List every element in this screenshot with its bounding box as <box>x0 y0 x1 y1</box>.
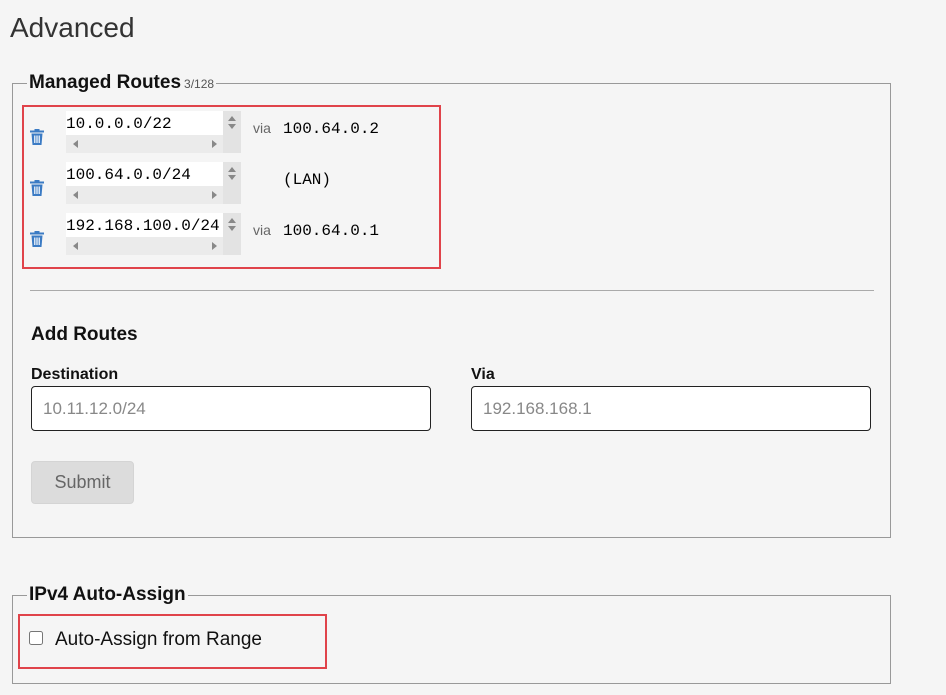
route-destination-box[interactable]: 192.168.100.0/24 <box>66 213 241 255</box>
route-destination: 10.0.0.0/22 <box>66 115 172 133</box>
route-via-value: 100.64.0.2 <box>283 120 380 138</box>
route-via-value: 100.64.0.1 <box>283 222 380 240</box>
destination-label: Destination <box>31 366 119 383</box>
horizontal-scrollbar[interactable] <box>66 237 223 255</box>
route-destination-box[interactable]: 10.0.0.0/22 <box>66 111 241 153</box>
route-row: 10.0.0.0/22 via 100.64.0.2 <box>24 111 434 155</box>
route-destination-box[interactable]: 100.64.0.0/24 <box>66 162 241 204</box>
trash-icon[interactable] <box>30 129 44 145</box>
page-title: Advanced <box>10 12 135 43</box>
scroll-left-arrow-icon[interactable] <box>73 191 78 199</box>
managed-routes-title: Managed Routes <box>29 72 182 93</box>
route-via-label: via <box>253 222 271 238</box>
via-label: Via <box>471 366 495 383</box>
route-row: 100.64.0.0/24 (LAN) <box>24 162 434 206</box>
via-input[interactable] <box>471 386 871 431</box>
scroll-up-arrow-icon[interactable] <box>228 167 236 172</box>
submit-button[interactable]: Submit <box>31 461 134 504</box>
scroll-left-arrow-icon[interactable] <box>73 140 78 148</box>
scroll-right-arrow-icon[interactable] <box>212 140 217 148</box>
scroll-down-arrow-icon[interactable] <box>228 124 236 129</box>
scroll-down-arrow-icon[interactable] <box>228 175 236 180</box>
scroll-right-arrow-icon[interactable] <box>212 191 217 199</box>
vertical-scrollbar[interactable] <box>223 213 241 255</box>
auto-assign-checkbox[interactable] <box>29 631 43 645</box>
vertical-scrollbar[interactable] <box>223 162 241 204</box>
vertical-scrollbar[interactable] <box>223 111 241 153</box>
trash-icon[interactable] <box>30 231 44 247</box>
scroll-up-arrow-icon[interactable] <box>228 116 236 121</box>
horizontal-scrollbar[interactable] <box>66 186 223 204</box>
scroll-right-arrow-icon[interactable] <box>212 242 217 250</box>
scroll-up-arrow-icon[interactable] <box>228 218 236 223</box>
route-destination: 100.64.0.0/24 <box>66 166 191 184</box>
horizontal-scrollbar[interactable] <box>66 135 223 153</box>
auto-assign-label[interactable]: Auto-Assign from Range <box>55 629 262 651</box>
managed-routes-count: 3/128 <box>184 77 215 91</box>
add-routes-title: Add Routes <box>31 324 138 345</box>
route-via-value: (LAN) <box>283 171 332 189</box>
route-destination: 192.168.100.0/24 <box>66 217 220 235</box>
scroll-left-arrow-icon[interactable] <box>73 242 78 250</box>
ipv4-auto-assign-legend: IPv4 Auto-Assign <box>29 584 186 605</box>
trash-icon[interactable] <box>30 180 44 196</box>
destination-input[interactable] <box>31 386 431 431</box>
section-divider <box>30 290 874 291</box>
route-via-label: via <box>253 120 271 136</box>
scroll-down-arrow-icon[interactable] <box>228 226 236 231</box>
route-row: 192.168.100.0/24 via 100.64.0.1 <box>24 213 434 257</box>
managed-routes-legend: Managed Routes 3/128 <box>27 72 216 94</box>
